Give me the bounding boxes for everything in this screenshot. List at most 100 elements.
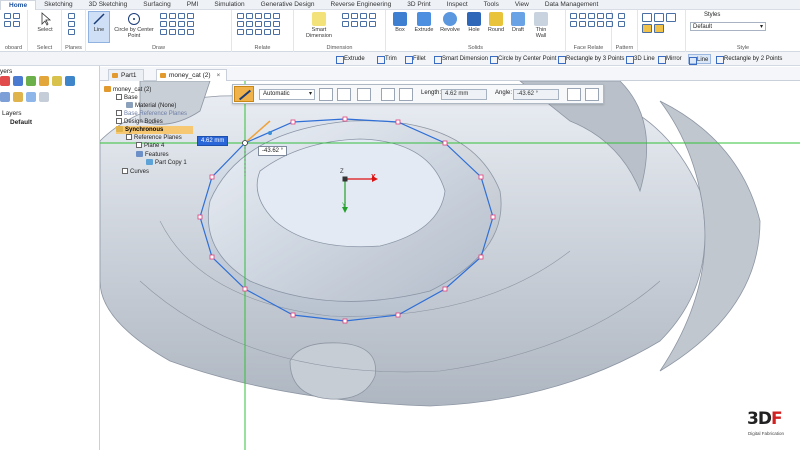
ribbon-tab-tools[interactable]: Tools xyxy=(476,0,507,10)
move-layer-icon[interactable] xyxy=(13,92,23,102)
tree-label: Design Bodies xyxy=(124,119,163,125)
tree-material[interactable]: Material (None) xyxy=(126,102,176,110)
grid-icon[interactable] xyxy=(26,76,36,86)
color-picker-icon[interactable] xyxy=(319,88,333,101)
checkbox[interactable] xyxy=(116,110,122,116)
pointer-icon xyxy=(38,12,52,26)
style-dropdown[interactable]: Default xyxy=(690,22,766,31)
ribbon-tab-data-management[interactable]: Data Management xyxy=(537,0,606,10)
length-input[interactable]: 4.62 mm xyxy=(441,89,487,100)
close-icon[interactable]: × xyxy=(217,72,221,79)
ribbon-tab-3d-print[interactable]: 3D Print xyxy=(399,0,438,10)
checkbox[interactable] xyxy=(122,168,128,174)
line-mode-button[interactable] xyxy=(234,86,254,102)
tree-synchronous[interactable]: Synchronous xyxy=(116,126,194,134)
assembly-icon xyxy=(104,86,111,92)
ribbon-tab-3d-sketching[interactable]: 3D Sketching xyxy=(81,0,136,10)
relate-tools[interactable] xyxy=(237,13,280,35)
pattern-tools[interactable] xyxy=(618,13,625,27)
view-orient-tools[interactable] xyxy=(642,13,676,33)
solids-group-label: Solids xyxy=(468,45,483,51)
line-weight-icon[interactable] xyxy=(357,88,371,101)
subbar-trim[interactable]: Trim xyxy=(377,54,397,64)
delete-layer-icon[interactable] xyxy=(39,92,49,102)
hide-layer-icon[interactable] xyxy=(26,92,36,102)
checkbox[interactable] xyxy=(126,134,132,140)
arc-mode-icon[interactable] xyxy=(399,88,413,101)
angle-dimension-popup[interactable]: -43.62 ° xyxy=(258,146,288,156)
angle-input[interactable]: -43.62 ° xyxy=(513,89,559,100)
line-style-icon[interactable] xyxy=(337,88,351,101)
subbar-line[interactable]: Line xyxy=(688,54,712,65)
doc-tab-money-cat[interactable]: money_cat (2) × xyxy=(156,69,228,81)
thin-wall-button[interactable]: Thin Wall xyxy=(530,12,552,39)
construction-line-icon[interactable] xyxy=(567,88,581,101)
tree-design-bodies[interactable]: Design Bodies xyxy=(116,118,163,126)
angle-label: Angle: xyxy=(495,90,513,96)
line-type-icon[interactable] xyxy=(381,88,395,101)
smart-dimension-button[interactable]: Smart Dimension xyxy=(300,12,338,39)
round-icon xyxy=(489,12,503,26)
document-tab-bar: Part1 money_cat (2) × xyxy=(100,67,800,81)
checkbox[interactable] xyxy=(116,118,122,124)
clipboard-icons[interactable] xyxy=(4,13,20,27)
ribbon-tab-view[interactable]: View xyxy=(507,0,537,10)
z-axis-label: Z xyxy=(340,169,344,175)
ribbon-tab-sketching[interactable]: Sketching xyxy=(36,0,81,10)
checkbox[interactable] xyxy=(136,142,142,148)
ribbon-tab-generative-design[interactable]: Generative Design xyxy=(253,0,323,10)
tree-icon[interactable] xyxy=(13,76,23,86)
key-icon[interactable] xyxy=(52,76,62,86)
circle-button[interactable]: Circle by Center Point xyxy=(112,12,156,39)
ribbon-tab-inspect[interactable]: Inspect xyxy=(439,0,476,10)
subbar-circle-by-center-point[interactable]: Circle by Center Point xyxy=(490,54,556,64)
doc-tab-part1[interactable]: Part1 xyxy=(108,69,144,81)
subbar-fillet[interactable]: Fillet xyxy=(405,54,426,64)
box-button[interactable]: Box xyxy=(390,12,410,33)
tree-label: Curves xyxy=(130,169,150,175)
ribbon-tab-pmi[interactable]: PMI xyxy=(179,0,207,10)
model-foot xyxy=(289,342,376,400)
default-layer[interactable]: Default xyxy=(10,119,32,126)
extrude-button[interactable]: Extrude xyxy=(412,12,436,33)
subbar-3d-line[interactable]: 3D Line xyxy=(626,54,655,64)
add-layer-icon[interactable] xyxy=(0,92,10,102)
draw-group: Line Circle by Center Point Draw xyxy=(86,10,232,52)
tree-base-reference-planes[interactable]: Base Reference Planes xyxy=(116,110,187,118)
tree-base[interactable]: Base xyxy=(116,94,138,102)
checkbox[interactable] xyxy=(116,94,122,100)
layer-icon[interactable] xyxy=(0,76,10,86)
line-button[interactable]: Line xyxy=(88,11,110,43)
tree-root[interactable]: money_cat (2) xyxy=(104,86,151,94)
tree-features[interactable]: Features xyxy=(136,151,169,159)
ribbon-tab-surfacing[interactable]: Surfacing xyxy=(135,0,178,10)
subbar-rectangle-by-2-points[interactable]: Rectangle by 2 Points xyxy=(716,54,782,64)
keypoint-icon[interactable] xyxy=(585,88,599,101)
subbar-extrude[interactable]: Extrude xyxy=(336,54,365,64)
ribbon-tab-simulation[interactable]: Simulation xyxy=(206,0,252,10)
ribbon-tab-home[interactable]: Home xyxy=(0,0,37,10)
tree-part-copy[interactable]: Part Copy 1 xyxy=(146,159,187,167)
color-icon[interactable] xyxy=(39,76,49,86)
select-button[interactable]: Select xyxy=(32,12,58,33)
line-mode-dropdown[interactable]: Automatic xyxy=(259,89,315,100)
image-icon[interactable] xyxy=(65,76,75,86)
subbar-mirror[interactable]: Mirror xyxy=(658,54,682,64)
tree-reference-planes[interactable]: Reference Planes xyxy=(126,134,182,142)
subbar-rectangle-by-3-points[interactable]: Rectangle by 3 Points xyxy=(558,54,624,64)
line-tool-icon xyxy=(92,12,106,26)
length-dimension-popup[interactable]: 4.62 mm xyxy=(197,136,229,146)
planes-icons[interactable] xyxy=(68,13,75,35)
dimension-tools[interactable] xyxy=(342,13,376,27)
revolve-button[interactable]: Revolve xyxy=(438,12,462,33)
select-group-label: Select xyxy=(36,45,53,51)
draw-small-tools[interactable] xyxy=(160,13,194,35)
round-button[interactable]: Round xyxy=(486,12,506,33)
tree-plane-4[interactable]: Plane 4 xyxy=(136,142,164,150)
subbar-smart-dimension[interactable]: Smart Dimension xyxy=(434,54,488,64)
draft-button[interactable]: Draft xyxy=(508,12,528,33)
face-relate-tools[interactable] xyxy=(570,13,613,27)
tree-curves[interactable]: Curves xyxy=(122,168,149,176)
hole-button[interactable]: Hole xyxy=(464,12,484,33)
ribbon-tab-reverse-engineering[interactable]: Reverse Engineering xyxy=(323,0,400,10)
